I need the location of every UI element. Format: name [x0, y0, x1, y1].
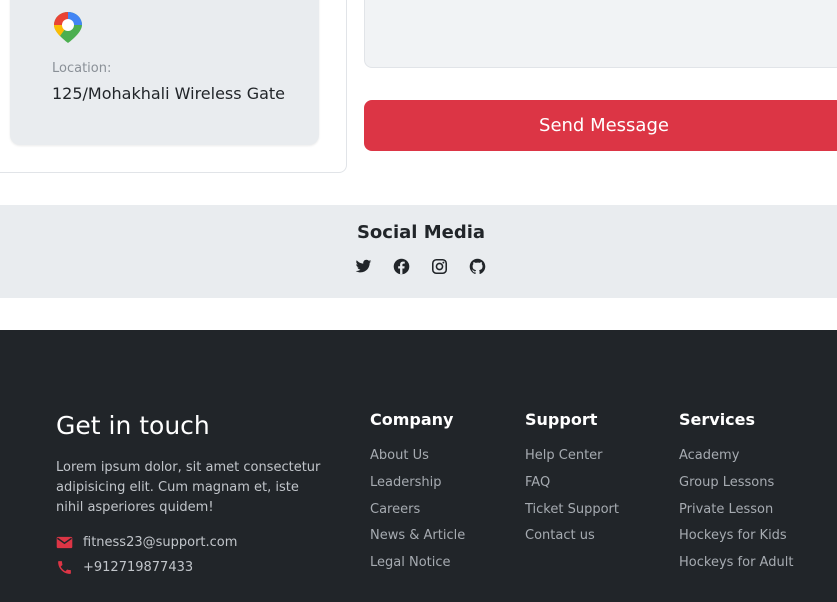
footer-link-faq[interactable]: FAQ: [525, 473, 619, 500]
footer-link-help-center[interactable]: Help Center: [525, 446, 619, 473]
message-textarea[interactable]: [364, 0, 837, 68]
send-message-button[interactable]: Send Message: [364, 100, 837, 151]
footer-link-group-lessons[interactable]: Group Lessons: [679, 473, 793, 500]
footer-column-support: Support Help Center FAQ Ticket Support C…: [525, 410, 619, 553]
footer-link-academy[interactable]: Academy: [679, 446, 793, 473]
twitter-icon[interactable]: [353, 256, 373, 276]
github-icon[interactable]: [467, 256, 487, 276]
footer-link-contact-us[interactable]: Contact us: [525, 526, 619, 553]
location-card: Location: 125/Mohakhali Wireless Gate: [10, 0, 319, 145]
footer-title: Get in touch: [56, 411, 210, 440]
footer-description: Lorem ipsum dolor, sit amet consectetur …: [56, 460, 321, 515]
footer-link-news-article[interactable]: News & Article: [370, 526, 465, 553]
location-value: 125/Mohakhali Wireless Gate: [52, 84, 286, 103]
footer-link-hockeys-for-adult[interactable]: Hockeys for Adult: [679, 553, 793, 580]
footer-link-hockeys-for-kids[interactable]: Hockeys for Kids: [679, 526, 793, 553]
footer-phone[interactable]: +912719877433: [56, 559, 193, 576]
footer-email[interactable]: fitness23@support.com: [56, 534, 237, 551]
location-label: Location:: [52, 61, 112, 76]
social-media-section: Social Media: [0, 205, 837, 298]
footer-column-title: Company: [370, 410, 454, 429]
footer-link-ticket-support[interactable]: Ticket Support: [525, 500, 619, 527]
footer-column-title: Services: [679, 410, 756, 429]
footer: Get in touch Lorem ipsum dolor, sit amet…: [0, 330, 837, 602]
instagram-icon[interactable]: [429, 256, 449, 276]
footer-link-about-us[interactable]: About Us: [370, 446, 465, 473]
send-message-label: Send Message: [539, 115, 669, 136]
footer-link-leadership[interactable]: Leadership: [370, 473, 465, 500]
footer-phone-text[interactable]: +912719877433: [83, 560, 193, 575]
footer-email-text[interactable]: fitness23@support.com: [83, 535, 237, 550]
social-media-title: Social Media: [356, 222, 486, 243]
footer-link-private-lesson[interactable]: Private Lesson: [679, 500, 793, 527]
footer-column-title: Support: [525, 410, 598, 429]
facebook-icon[interactable]: [391, 256, 411, 276]
footer-link-legal-notice[interactable]: Legal Notice: [370, 553, 465, 580]
footer-column-services: Services Academy Group Lessons Private L…: [679, 410, 793, 580]
footer-column-company: Company About Us Leadership Careers News…: [370, 410, 465, 580]
phone-icon: [58, 561, 71, 574]
map-pin-icon: [54, 12, 82, 43]
social-icons: [353, 256, 487, 276]
footer-link-careers[interactable]: Careers: [370, 500, 465, 527]
envelope-icon: [56, 536, 73, 549]
